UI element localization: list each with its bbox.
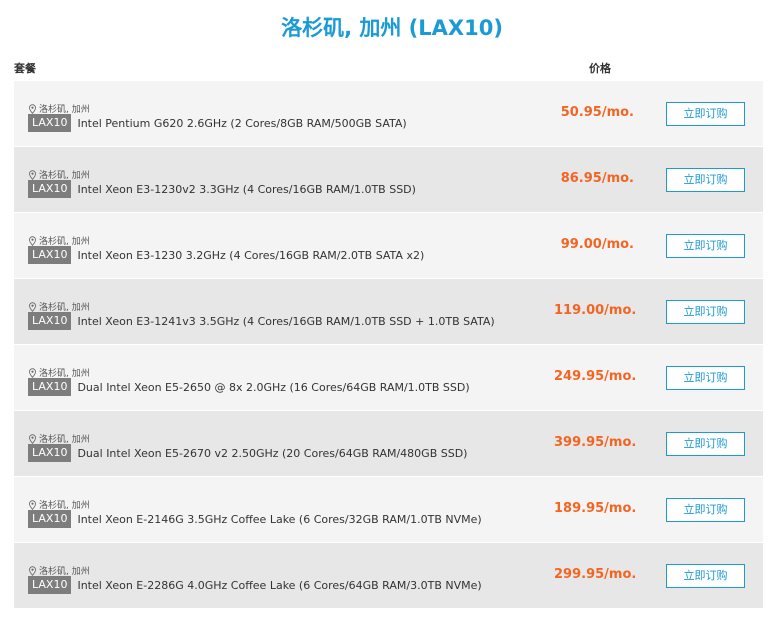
datacenter-tag: LAX10 xyxy=(28,378,72,396)
plan-price: 189.95/mo. xyxy=(554,501,637,516)
map-pin-icon xyxy=(29,499,36,510)
plan-row: 洛杉矶, 加州 LAX10 Dual Intel Xeon E5-2670 v2… xyxy=(14,411,763,477)
plan-description: Intel Xeon E3-1241v3 3.5GHz (4 Cores/16G… xyxy=(77,314,495,328)
order-now-button[interactable]: 立即订购 xyxy=(666,366,745,390)
map-pin-icon xyxy=(29,169,36,180)
datacenter-tag: LAX10 xyxy=(28,246,72,264)
plan-row: 洛杉矶, 加州 LAX10 Intel Xeon E-2286G 4.0GHz … xyxy=(14,543,763,609)
plan-row: 洛杉矶, 加州 LAX10 Intel Xeon E-2146G 3.5GHz … xyxy=(14,477,763,543)
plan-description: Intel Xeon E-2146G 3.5GHz Coffee Lake (6… xyxy=(77,512,482,526)
order-now-button[interactable]: 立即订购 xyxy=(666,102,745,126)
datacenter-tag: LAX10 xyxy=(28,180,72,198)
plan-description: Dual Intel Xeon E5-2650 @ 8x 2.0GHz (16 … xyxy=(77,380,470,394)
plan-list: 洛杉矶, 加州 LAX10 Intel Pentium G620 2.6GHz … xyxy=(14,81,763,609)
plan-description: Intel Xeon E3-1230v2 3.3GHz (4 Cores/16G… xyxy=(77,182,416,196)
datacenter-tag: LAX10 xyxy=(28,444,72,462)
plan-description: Intel Pentium G620 2.6GHz (2 Cores/8GB R… xyxy=(77,116,407,130)
page-title: 洛杉矶, 加州 (LAX10) xyxy=(281,16,503,40)
plan-price: 50.95/mo. xyxy=(560,105,634,120)
plan-price: 399.95/mo. xyxy=(554,435,637,450)
plan-row: 洛杉矶, 加州 LAX10 Intel Xeon E3-1230 3.2GHz … xyxy=(14,213,763,279)
order-now-button[interactable]: 立即订购 xyxy=(666,300,745,324)
plan-price: 119.00/mo. xyxy=(554,303,637,318)
datacenter-tag: LAX10 xyxy=(28,114,72,132)
plan-row: 洛杉矶, 加州 LAX10 Intel Xeon E3-1230v2 3.3GH… xyxy=(14,147,763,213)
plan-price: 249.95/mo. xyxy=(554,369,637,384)
map-pin-icon xyxy=(29,367,36,378)
datacenter-tag: LAX10 xyxy=(28,576,72,594)
datacenter-tag: LAX10 xyxy=(28,510,72,528)
order-now-button[interactable]: 立即订购 xyxy=(666,564,745,588)
page: 洛杉矶, 加州 (LAX10) 套餐 价格 洛杉矶, 加州 LAX10 Inte… xyxy=(0,0,784,620)
column-header-price: 价格 xyxy=(589,62,611,75)
map-pin-icon xyxy=(29,565,36,576)
map-pin-icon xyxy=(29,301,36,312)
plan-description: Intel Xeon E3-1230 3.2GHz (4 Cores/16GB … xyxy=(77,248,425,262)
column-header-plan: 套餐 xyxy=(14,62,36,75)
plan-description: Dual Intel Xeon E5-2670 v2 2.50GHz (20 C… xyxy=(77,446,468,460)
plan-row: 洛杉矶, 加州 LAX10 Intel Xeon E3-1241v3 3.5GH… xyxy=(14,279,763,345)
plan-price: 99.00/mo. xyxy=(560,237,634,252)
map-pin-icon xyxy=(29,235,36,246)
map-pin-icon xyxy=(29,433,36,444)
plan-price: 299.95/mo. xyxy=(554,567,637,582)
order-now-button[interactable]: 立即订购 xyxy=(666,498,745,522)
order-now-button[interactable]: 立即订购 xyxy=(666,234,745,258)
map-pin-icon xyxy=(29,103,36,114)
plan-price: 86.95/mo. xyxy=(560,171,634,186)
plan-description: Intel Xeon E-2286G 4.0GHz Coffee Lake (6… xyxy=(77,578,482,592)
plan-row: 洛杉矶, 加州 LAX10 Intel Pentium G620 2.6GHz … xyxy=(14,81,763,147)
plan-row: 洛杉矶, 加州 LAX10 Dual Intel Xeon E5-2650 @ … xyxy=(14,345,763,411)
datacenter-tag: LAX10 xyxy=(28,312,72,330)
order-now-button[interactable]: 立即订购 xyxy=(666,432,745,456)
order-now-button[interactable]: 立即订购 xyxy=(666,168,745,192)
